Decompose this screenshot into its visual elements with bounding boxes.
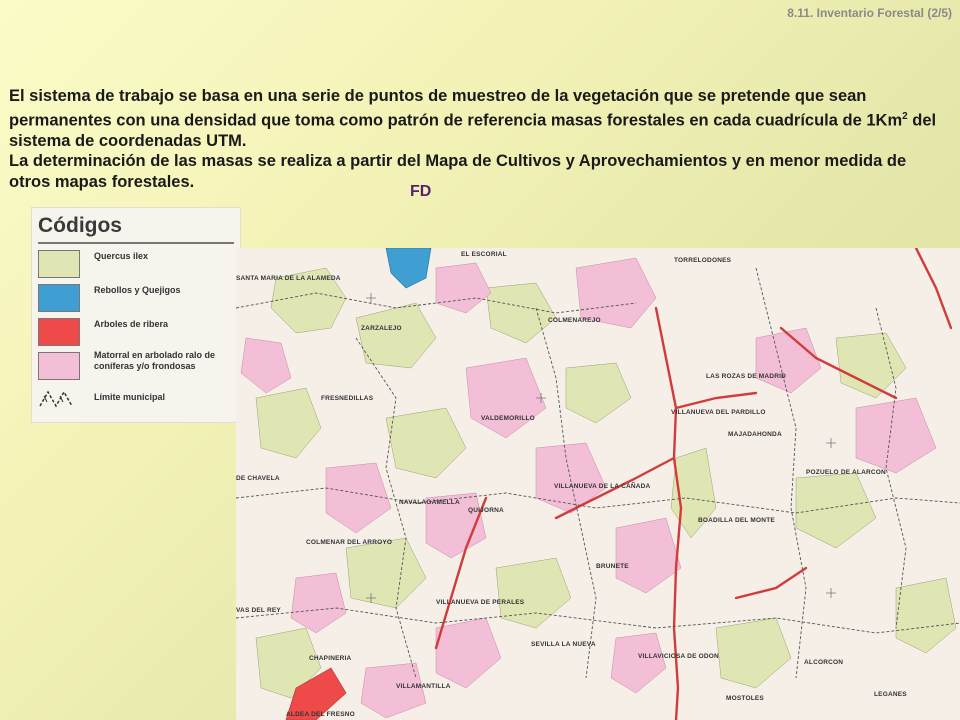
place-label: VILLANUEVA DEL PARDILLO (671, 409, 766, 416)
place-label: QUIJORNA (468, 507, 504, 514)
paragraph-1-text: El sistema de trabajo se basa en una ser… (9, 87, 903, 129)
place-label: ZARZALEJO (361, 325, 402, 332)
place-label: LEGANES (874, 691, 907, 698)
place-label: VALDEMORILLO (481, 415, 535, 422)
legend-label: Quercus ilex (94, 251, 149, 261)
place-label: VILLANUEVA DE PERALES (436, 599, 525, 606)
place-label: MAJADAHONDA (728, 431, 782, 438)
legend-title: Códigos (38, 214, 122, 237)
place-label: VILLAVICIOSA DE ODON (638, 653, 719, 660)
place-label: SANTA MARIA DE LA ALAMEDA (236, 275, 341, 282)
legend-label: Arboles de ribera (94, 319, 169, 329)
legend-divider (38, 242, 234, 244)
forest-map-svg: SANTA MARIA DE LA ALAMEDA EL ESCORIAL TO… (236, 248, 960, 720)
place-label: CHAPINERIA (309, 655, 352, 662)
slide-title: 8.11. Inventario Forestal (2/5) (787, 6, 952, 20)
forest-map: SANTA MARIA DE LA ALAMEDA EL ESCORIAL TO… (236, 248, 960, 720)
legend-label: Matorral en arbolado ralo de coníferas y… (94, 350, 216, 371)
place-label: FRESNEDILLAS (321, 395, 374, 402)
place-label: BOADILLA DEL MONTE (698, 517, 775, 524)
rebollos-swatch (38, 284, 80, 312)
place-label: SEVILLA LA NUEVA (531, 641, 596, 648)
place-label: LAS ROZAS DE MADRID (706, 373, 786, 380)
legend-label: Límite municipal (94, 392, 166, 402)
legend-item-ribera: Arboles de ribera (38, 318, 236, 346)
municipal-boundary-icon (39, 390, 73, 408)
ribera-swatch (38, 318, 80, 346)
place-label: DE CHAVELA (236, 475, 280, 482)
legend-item-quercus-ilex: Quercus ilex (38, 250, 236, 278)
place-label: TORRELODONES (674, 257, 732, 264)
legend-item-limite: Límite municipal (38, 386, 236, 414)
map-legend: Códigos Quercus ilex Rebollos y Quejigos… (32, 208, 240, 422)
place-label: COLMENAR DEL ARROYO (306, 539, 392, 546)
place-label: EL ESCORIAL (461, 251, 507, 258)
paragraph-2: La determinación de las masas se realiza… (9, 152, 907, 191)
place-label: ALDEA DEL FRESNO (286, 711, 355, 718)
legend-item-rebollos: Rebollos y Quejigos (38, 284, 236, 312)
place-label: VAS DEL REY (236, 607, 281, 614)
place-label: VILLANUEVA DE LA CAÑADA (554, 481, 651, 490)
place-label: BRUNETE (596, 563, 629, 570)
place-label: COLMENAREJO (548, 317, 601, 324)
fd-label: FD (410, 183, 432, 200)
body-text: El sistema de trabajo se basa en una ser… (9, 86, 939, 192)
quercus-ilex-swatch (38, 250, 80, 278)
place-label: ALCORCON (804, 659, 843, 666)
paragraph-1: El sistema de trabajo se basa en una ser… (9, 86, 939, 151)
matorral-swatch (38, 352, 80, 380)
place-label: VILLAMANTILLA (396, 683, 451, 690)
place-label: NAVALAGAMELLA (399, 499, 460, 506)
place-label: MOSTOLES (726, 695, 764, 702)
place-label: POZUELO DE ALARCON (806, 469, 886, 476)
legend-item-matorral: Matorral en arbolado ralo de coníferas y… (38, 350, 236, 380)
legend-label: Rebollos y Quejigos (94, 285, 181, 295)
